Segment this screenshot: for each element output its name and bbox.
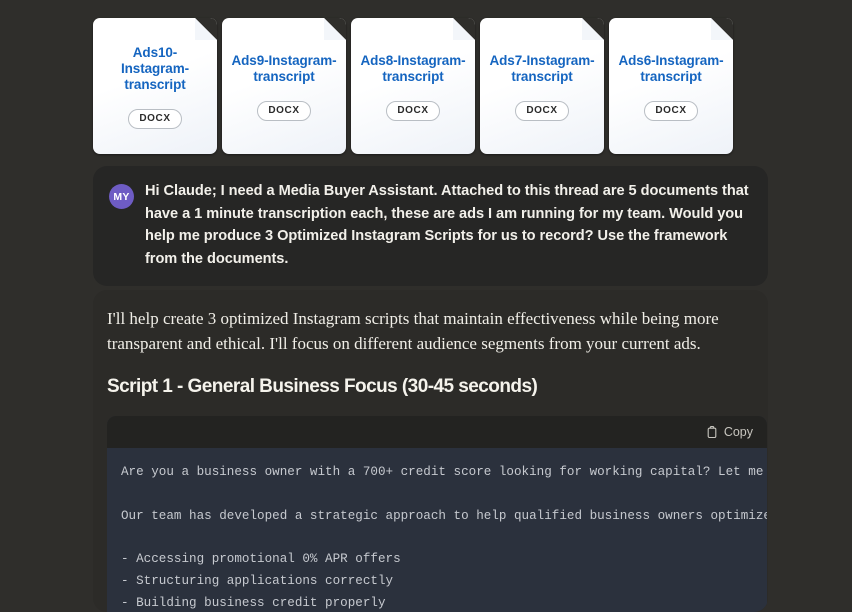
chat-viewport: Ads10-Instagram-transcript DOCX Ads9-Ins… [0,0,852,612]
attachment-file-type-badge: DOCX [128,109,182,129]
attachment-file-type-badge: DOCX [257,101,311,121]
attachment-card[interactable]: Ads6-Instagram-transcript DOCX [609,18,733,154]
avatar: MY [109,184,134,209]
attachment-card[interactable]: Ads10-Instagram-transcript DOCX [93,18,217,154]
attachment-list: Ads10-Instagram-transcript DOCX Ads9-Ins… [93,18,733,154]
user-message-bubble: MY Hi Claude; I need a Media Buyer Assis… [93,166,768,286]
code-content: Are you a business owner with a 700+ cre… [121,465,767,610]
user-message-text: Hi Claude; I need a Media Buyer Assistan… [145,183,749,267]
clipboard-icon [706,425,718,439]
attachment-file-name: Ads8-Instagram-transcript [360,53,466,84]
attachment-file-name: Ads6-Instagram-transcript [618,53,724,84]
code-block-body[interactable]: Are you a business owner with a 700+ cre… [107,448,767,612]
copy-button[interactable]: Copy [706,425,753,439]
attachment-file-name: Ads7-Instagram-transcript [489,53,595,84]
attachment-file-name: Ads9-Instagram-transcript [231,53,337,84]
assistant-intro-paragraph: I'll help create 3 optimized Instagram s… [107,309,719,353]
attachment-file-type-badge: DOCX [644,101,698,121]
code-block-header: Copy [107,416,767,448]
attachment-file-name: Ads10-Instagram-transcript [120,45,190,92]
attachment-file-type-badge: DOCX [386,101,440,121]
attachment-file-type-badge: DOCX [515,101,569,121]
attachment-card[interactable]: Ads8-Instagram-transcript DOCX [351,18,475,154]
attachment-card[interactable]: Ads9-Instagram-transcript DOCX [222,18,346,154]
script-heading: Script 1 - General Business Focus (30-45… [107,376,538,397]
attachment-card[interactable]: Ads7-Instagram-transcript DOCX [480,18,604,154]
copy-button-label: Copy [723,425,753,439]
assistant-message-bubble: I'll help create 3 optimized Instagram s… [93,290,768,612]
code-block: Copy Are you a business owner with a 700… [107,416,767,612]
